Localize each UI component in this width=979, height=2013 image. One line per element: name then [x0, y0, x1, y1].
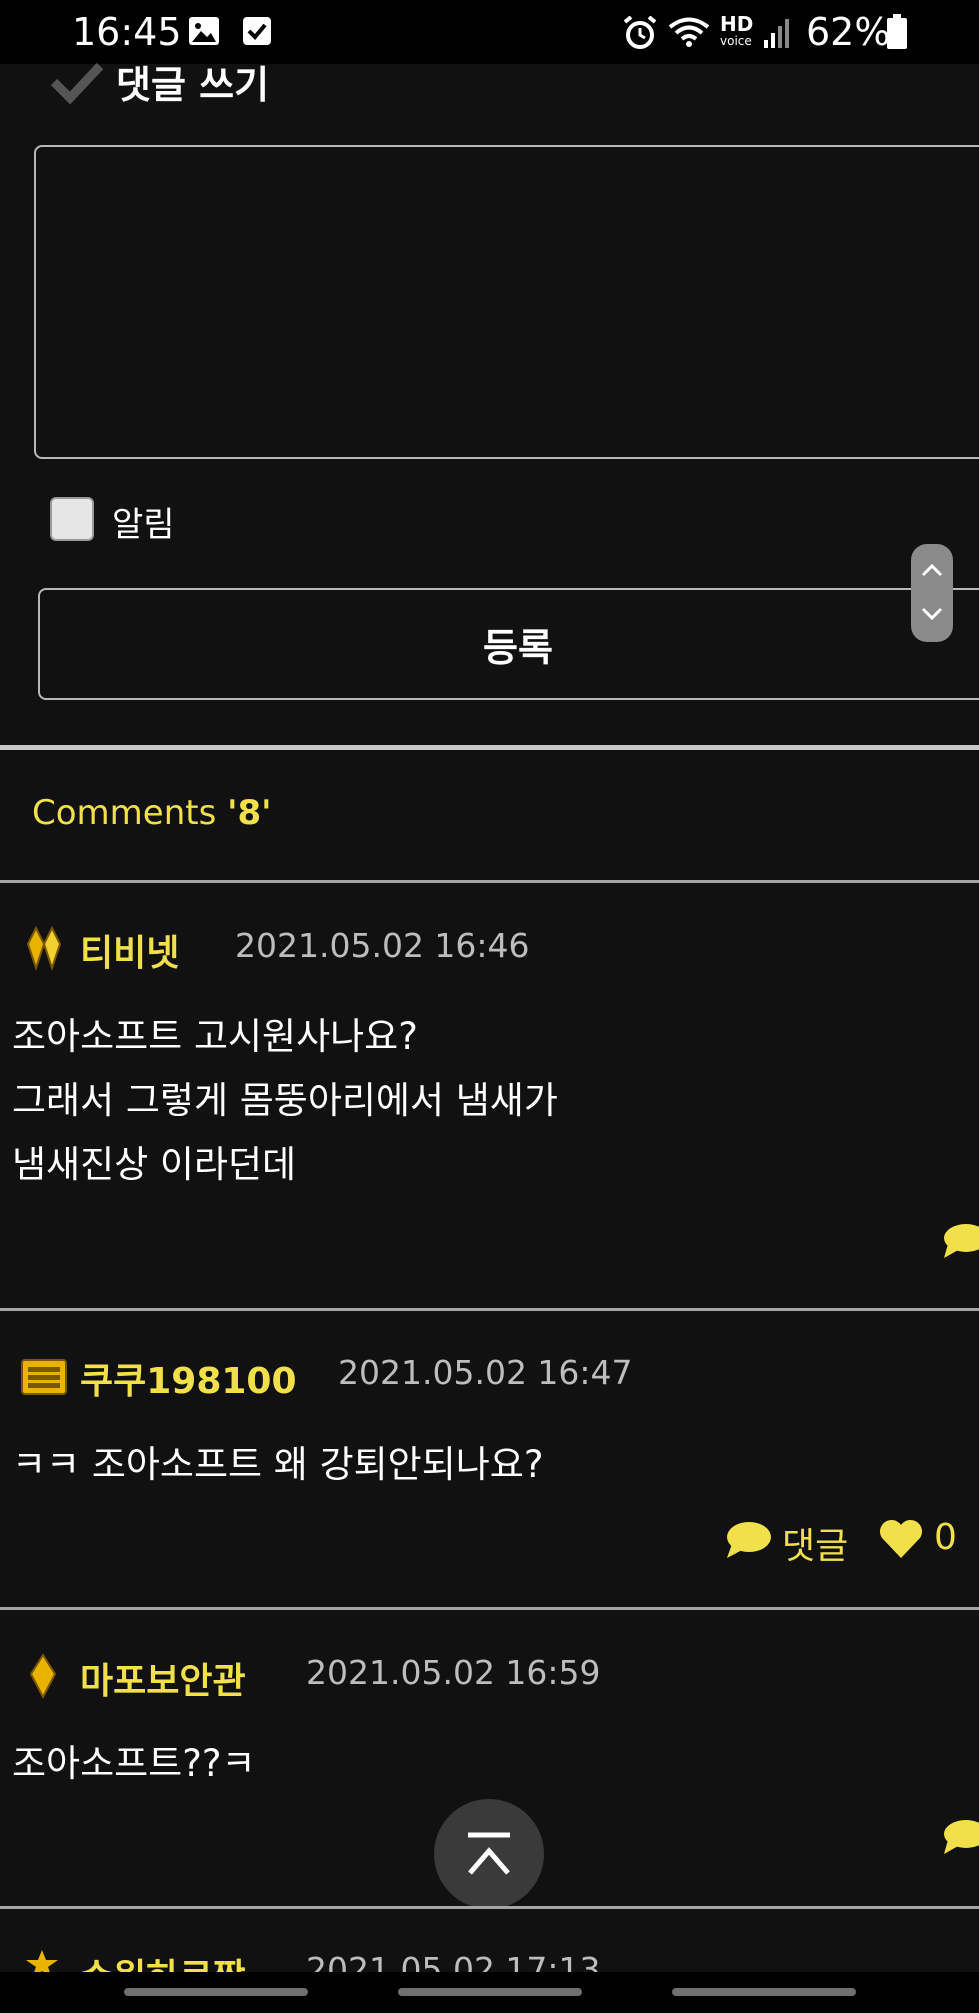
heart-icon[interactable]	[878, 1518, 924, 1564]
battery-icon	[886, 14, 908, 54]
comment-date: 2021.05.02 16:46	[235, 926, 530, 965]
level-badge-icon	[26, 1652, 60, 1704]
comment-line: 그래서 그렇게 몸뚱아리에서 냄새가	[12, 1079, 558, 1122]
comment-date: 2021.05.02 16:59	[306, 1653, 601, 1692]
system-nav-bar	[0, 1972, 979, 2013]
level-badge-icon	[22, 924, 66, 976]
divider	[0, 1906, 979, 1909]
comments-heading: Comments '8'	[32, 793, 272, 833]
divider	[0, 1607, 979, 1610]
status-time: 16:45	[72, 10, 182, 54]
alarm-icon	[622, 15, 658, 54]
section-divider	[0, 745, 979, 750]
reply-button[interactable]: 댓글	[782, 1517, 848, 1569]
comment-line: 냄새진상 이라던데	[12, 1143, 297, 1186]
divider	[0, 880, 979, 883]
comment-textarea[interactable]	[34, 145, 979, 459]
comment-line: 조아소프트 고시원사나요?	[12, 1015, 418, 1058]
check-mark-icon	[50, 62, 104, 108]
network-label: HD	[720, 12, 754, 36]
chevron-up-icon[interactable]	[464, 1829, 514, 1883]
check-icon	[242, 16, 272, 50]
like-count: 0	[934, 1517, 957, 1558]
chevron-down-icon[interactable]	[920, 606, 944, 625]
nav-recents[interactable]	[124, 1988, 308, 1996]
comment-body: 조아소프트??ㅋ	[12, 1732, 256, 1796]
scroll-nav[interactable]	[911, 544, 953, 642]
speech-bubble-icon[interactable]	[724, 1520, 772, 1564]
comment-date: 2021.05.02 16:47	[338, 1353, 633, 1392]
speech-bubble-icon[interactable]	[942, 1222, 979, 1264]
comment-body: 조아소프트 고시원사나요? 그래서 그렇게 몸뚱아리에서 냄새가 냄새진상 이라…	[12, 1005, 558, 1197]
comment-body: ㅋㅋ 조아소프트 왜 강퇴안되나요?	[12, 1433, 543, 1497]
notify-label: 알림	[112, 505, 175, 545]
network-sub-label: voice	[720, 34, 752, 48]
battery-percent: 62%	[806, 10, 891, 54]
speech-bubble-icon[interactable]	[942, 1818, 979, 1860]
comment-author[interactable]: 티비넷	[80, 924, 179, 976]
wifi-icon	[668, 16, 710, 52]
comments-count: '8'	[227, 793, 272, 833]
write-comment-title: 댓글 쓰기	[116, 63, 270, 107]
comment-author[interactable]: 쿠쿠198100	[80, 1352, 297, 1404]
nav-home[interactable]	[398, 1988, 582, 1996]
divider	[0, 1308, 979, 1311]
nav-back[interactable]	[672, 1988, 856, 1996]
submit-button[interactable]: 등록	[38, 588, 979, 700]
chevron-up-icon[interactable]	[920, 562, 944, 581]
comment-line: 조아소프트??ㅋ	[12, 1742, 256, 1785]
comment-author[interactable]: 마포보안관	[80, 1652, 246, 1704]
scroll-to-top-button[interactable]	[434, 1799, 544, 1909]
comments-heading-label: Comments	[32, 793, 228, 833]
comment-line: ㅋㅋ 조아소프트 왜 강퇴안되나요?	[12, 1443, 544, 1486]
image-icon	[188, 16, 220, 50]
level-badge-icon	[20, 1358, 68, 1400]
signal-icon	[764, 18, 792, 52]
notify-checkbox[interactable]	[50, 497, 94, 541]
